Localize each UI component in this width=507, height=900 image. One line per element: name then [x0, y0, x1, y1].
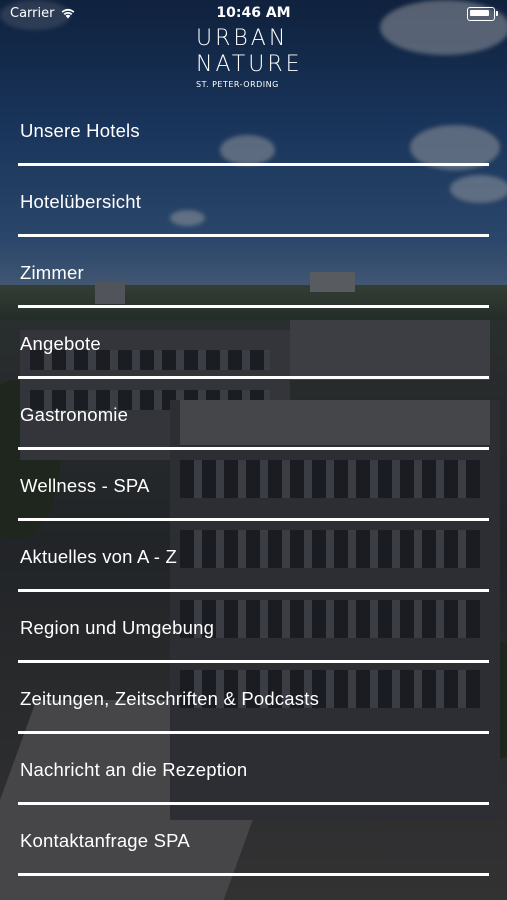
menu-item-hoteluebersicht[interactable]: Hotelübersicht	[0, 177, 507, 248]
menu-item-label: Zeitungen, Zeitschriften & Podcasts	[20, 688, 320, 709]
battery-icon	[467, 7, 498, 21]
menu-item-aktuelles[interactable]: Aktuelles von A - Z	[0, 532, 507, 603]
menu-item-kontaktanfrage-spa[interactable]: Kontaktanfrage SPA	[0, 816, 507, 887]
main-menu: Unsere Hotels Hotelübersicht Zimmer Ange…	[0, 106, 507, 887]
menu-item-region[interactable]: Region und Umgebung	[0, 603, 507, 674]
menu-divider	[18, 447, 489, 450]
menu-divider	[18, 589, 489, 592]
menu-divider	[18, 802, 489, 805]
menu-item-angebote[interactable]: Angebote	[0, 319, 507, 390]
menu-divider	[18, 518, 489, 521]
menu-divider	[18, 163, 489, 166]
menu-item-label: Gastronomie	[20, 404, 129, 425]
menu-divider	[18, 234, 489, 237]
status-time: 10:46 AM	[216, 5, 291, 21]
logo-subtitle: ST. PETER-ORDING	[196, 80, 279, 89]
menu-item-label: Angebote	[20, 333, 101, 354]
menu-item-unsere-hotels[interactable]: Unsere Hotels	[0, 106, 507, 177]
logo-line-2: NATURE	[196, 52, 303, 77]
menu-item-gastronomie[interactable]: Gastronomie	[0, 390, 507, 461]
status-bar: Carrier 10:46 AM	[0, 0, 507, 28]
menu-item-zimmer[interactable]: Zimmer	[0, 248, 507, 319]
menu-item-label: Aktuelles von A - Z	[20, 546, 178, 567]
menu-divider	[18, 873, 489, 876]
menu-item-label: Wellness - SPA	[20, 475, 150, 496]
menu-item-label: Nachricht an die Rezeption	[20, 759, 248, 780]
menu-divider	[18, 660, 489, 663]
menu-item-nachricht-rezeption[interactable]: Nachricht an die Rezeption	[0, 745, 507, 816]
hotel-logo: URBAN NATURE ST. PETER-ORDING	[196, 26, 316, 89]
menu-divider	[18, 376, 489, 379]
menu-item-wellness-spa[interactable]: Wellness - SPA	[0, 461, 507, 532]
menu-item-label: Region und Umgebung	[20, 617, 215, 638]
menu-divider	[18, 305, 489, 308]
menu-item-label: Hotelübersicht	[20, 191, 142, 212]
menu-item-zeitungen[interactable]: Zeitungen, Zeitschriften & Podcasts	[0, 674, 507, 745]
logo-line-1: URBAN	[196, 26, 289, 51]
menu-divider	[18, 731, 489, 734]
menu-item-label: Unsere Hotels	[20, 120, 140, 141]
menu-item-label: Kontaktanfrage SPA	[20, 830, 190, 851]
menu-item-label: Zimmer	[20, 262, 84, 283]
